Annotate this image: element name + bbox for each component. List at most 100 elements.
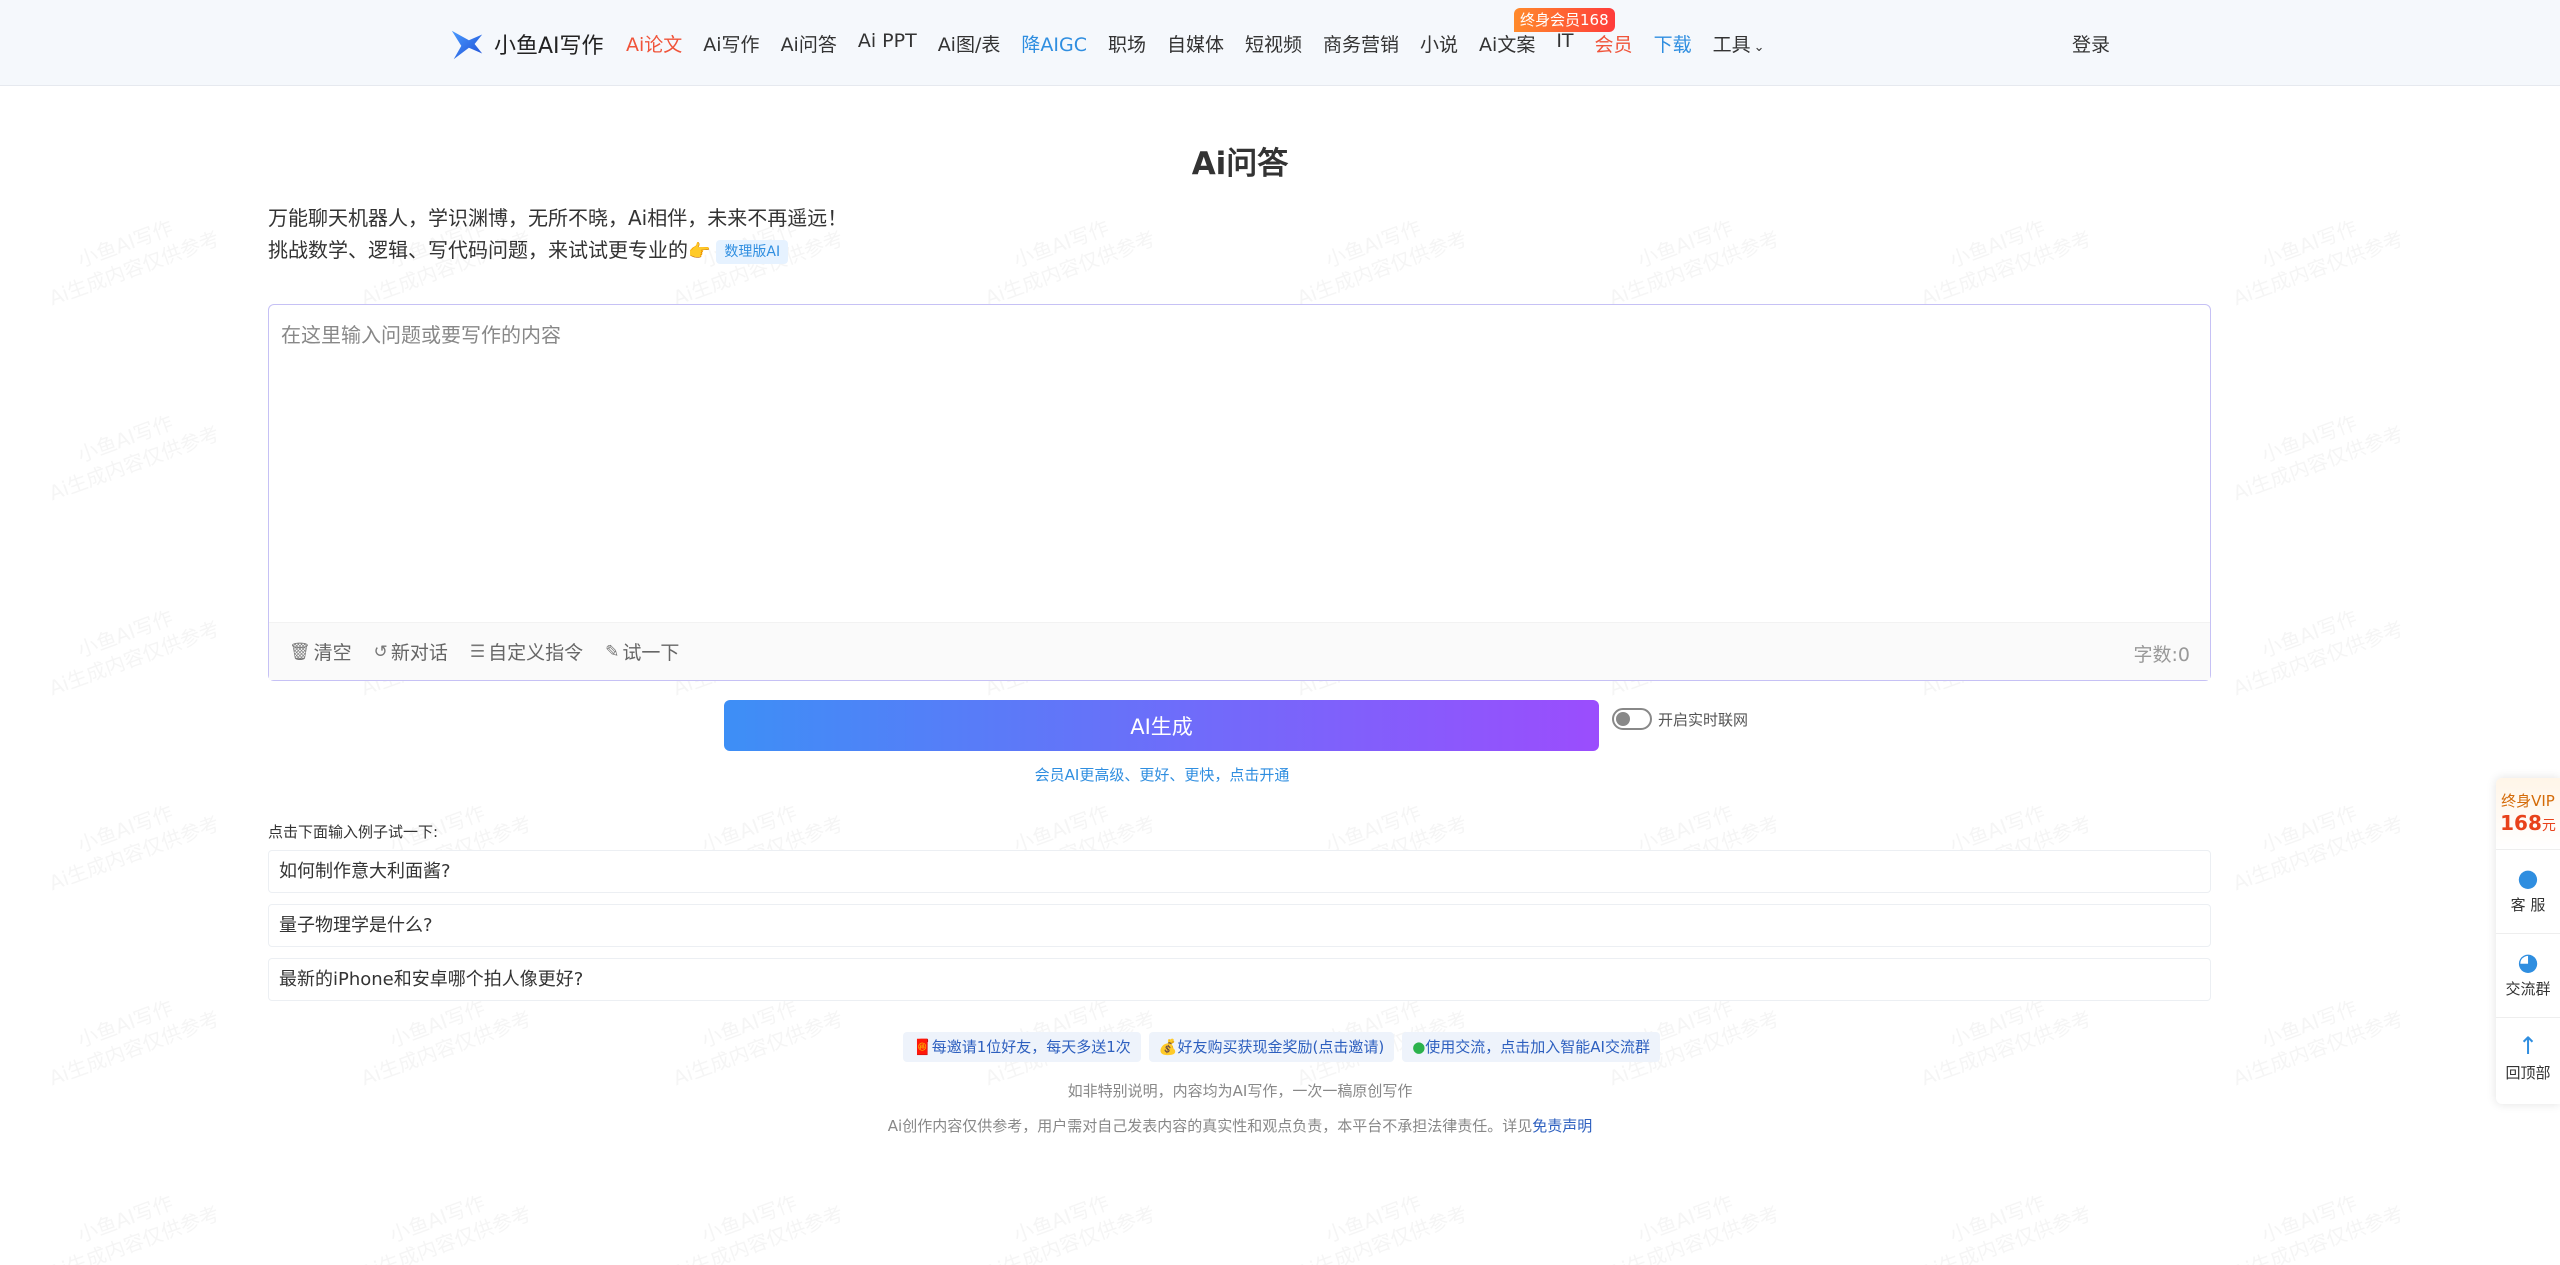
side-vip-price: 168 [2500,811,2542,835]
cash-reward-text: 好友购买获现金奖励(点击邀请) [1177,1038,1385,1056]
side-vip-label: 终身VIP [2501,792,2555,810]
member-upgrade-text[interactable]: 会员AI更高级、更好、更快，点击开通 [1035,766,1290,784]
refresh-icon: ↺ [373,641,388,662]
footer-disclaimer: Ai创作内容仅供参考，用户需对自己发表内容的真实性和观点负责，本平台不承担法律责… [0,1115,2480,1136]
footer-disclaimer-text: Ai创作内容仅供参考，用户需对自己发表内容的真实性和观点负责，本平台不承担法律责… [887,1117,1533,1135]
disclaimer-link[interactable]: 免责声明 [1532,1117,1592,1135]
watermark-text: 小鱼AI写作Ai生成内容仅供参考 [1293,215,1471,311]
arrow-up-icon: ↑ [2517,1032,2539,1060]
fish-logo-icon [451,30,483,60]
nav-item-download[interactable]: 下载 [1654,30,1692,57]
invite-promo[interactable]: 🧧每邀请1位好友，每天多送1次 [903,1032,1141,1062]
cash-reward-promo[interactable]: 💰好友购买获现金奖励(点击邀请) [1148,1032,1395,1062]
side-group-item[interactable]: ◕ 交流群 [2496,934,2560,1018]
side-service-label: 客 服 [2510,896,2546,914]
watermark-text: 小鱼AI写作Ai生成内容仅供参考 [2229,995,2407,1091]
watermark-text: 小鱼AI写作Ai生成内容仅供参考 [1605,1190,1783,1265]
word-count: 字数:0 [2133,644,2191,666]
watermark-text: 小鱼AI写作Ai生成内容仅供参考 [2229,800,2407,896]
member-upgrade-link: 会员AI更高级、更好、更快，点击开通 [0,764,2324,785]
nav-item-reduce-aigc[interactable]: 降AIGC [1021,30,1087,57]
pen-icon: ✎ [605,641,620,662]
nav-item-workplace[interactable]: 职场 [1108,30,1146,57]
custom-label: 自定义指令 [488,642,584,664]
nav-item-tools[interactable]: 工具 ⌄ [1713,30,1765,57]
realtime-network-toggle-wrap: 开启实时联网 [1612,708,1748,730]
example-item[interactable]: 最新的iPhone和安卓哪个拍人像更好? [268,958,2211,1001]
try-button[interactable]: ✎ 试一下 [605,638,679,665]
wechat-icon: ● [1412,1038,1426,1056]
side-float-panel: 终身VIP 168元 ● 客 服 ◕ 交流群 ↑ 回顶部 [2496,778,2560,1104]
editor-toolbar: 🗑 清空 ↺ 新对话 ☰ 自定义指令 ✎ 试一下 字数:0 [269,622,2210,680]
customer-service-icon: ● [2517,864,2539,892]
watermark-text: 小鱼AI写作Ai生成内容仅供参考 [2229,410,2407,506]
trash-icon: 🗑 [289,641,311,662]
nav-item-ai-qa[interactable]: Ai问答 [781,30,837,57]
examples-hint: 点击下面输入例子试一下: [268,823,439,841]
question-input[interactable] [281,319,2191,619]
promo-bar: 🧧每邀请1位好友，每天多送1次 💰好友购买获现金奖励(点击邀请) ●使用交流，点… [903,1032,1660,1062]
page-title: Ai问答 [1191,146,1289,182]
nav-item-short-video[interactable]: 短视频 [1245,30,1302,57]
clear-button[interactable]: 🗑 清空 [289,638,352,665]
watermark-text: 小鱼AI写作Ai生成内容仅供参考 [45,215,223,311]
nav-tools-label: 工具 [1712,34,1751,56]
clear-label: 清空 [313,642,352,664]
watermark-text: 小鱼AI写作Ai生成内容仅供参考 [2229,1190,2407,1265]
main-nav: Ai论文 Ai写作 Ai问答 Ai PPT Ai图/表 降AIGC 职场 自媒体… [626,30,1786,57]
try-label: 试一下 [622,642,680,664]
pointing-hand-icon: 👉 [688,241,711,262]
watermark-text: 小鱼AI写作Ai生成内容仅供参考 [981,1190,1159,1265]
intro-line-1: 万能聊天机器人，学识渊博，无所不晓，Ai相伴，未来不再遥远！ [268,206,848,230]
watermark-text: 小鱼AI写作Ai生成内容仅供参考 [357,1190,535,1265]
wechat-group-icon: ◕ [2517,948,2539,976]
nav-item-it[interactable]: IT [1556,30,1573,57]
watermark-text: 小鱼AI写作Ai生成内容仅供参考 [45,995,223,1091]
nav-item-ai-writing[interactable]: Ai写作 [703,30,759,57]
top-header: 小鱼AI写作 Ai论文 Ai写作 Ai问答 Ai PPT Ai图/表 降AIGC… [0,0,2560,86]
math-ai-badge[interactable]: 数理版AI [716,239,789,264]
side-vip-price-wrap: 168元 [2496,811,2560,835]
sliders-icon: ☰ [469,641,486,662]
chevron-down-icon: ⌄ [1753,40,1765,55]
nav-item-member[interactable]: 会员 [1595,30,1633,57]
watermark-text: 小鱼AI写作Ai生成内容仅供参考 [45,800,223,896]
nav-item-self-media[interactable]: 自媒体 [1167,30,1224,57]
new-chat-button[interactable]: ↺ 新对话 [374,638,448,665]
red-envelope-icon: 🧧 [913,1038,932,1056]
watermark-text: 小鱼AI写作Ai生成内容仅供参考 [1293,1190,1471,1265]
group-promo[interactable]: ●使用交流，点击加入智能AI交流群 [1402,1032,1660,1062]
logo-text: 小鱼AI写作 [494,34,604,59]
nav-item-novel[interactable]: 小说 [1420,30,1458,57]
watermark-text: 小鱼AI写作Ai生成内容仅供参考 [1605,215,1783,311]
ai-generate-button[interactable]: AI生成 [724,700,1599,751]
watermark-text: 小鱼AI写作Ai生成内容仅供参考 [45,605,223,701]
nav-item-marketing[interactable]: 商务营销 [1323,30,1399,57]
back-to-top-item[interactable]: ↑ 回顶部 [2496,1018,2560,1102]
nav-item-ai-chart[interactable]: Ai图/表 [938,30,1001,57]
watermark-text: 小鱼AI写作Ai生成内容仅供参考 [1917,215,2095,311]
group-promo-text: 使用交流，点击加入智能AI交流群 [1425,1038,1650,1056]
realtime-network-label: 开启实时联网 [1658,710,1749,729]
example-item[interactable]: 量子物理学是什么? [268,904,2211,947]
nav-item-ai-ppt[interactable]: Ai PPT [858,30,917,57]
invite-promo-text: 每邀请1位好友，每天多送1次 [931,1038,1131,1056]
watermark-text: 小鱼AI写作Ai生成内容仅供参考 [2229,215,2407,311]
nav-item-ai-copy[interactable]: Ai文案 [1479,30,1535,57]
watermark-text: 小鱼AI写作Ai生成内容仅供参考 [981,215,1159,311]
watermark-text: 小鱼AI写作Ai生成内容仅供参考 [45,1190,223,1265]
side-vip-unit: 元 [2541,818,2556,834]
side-vip-item[interactable]: 终身VIP 168元 [2496,778,2560,850]
footer-note: 如非特别说明，内容均为AI写作，一次一稿原创写作 [1067,1082,1413,1100]
login-link[interactable]: 登录 [2072,30,2110,57]
example-item[interactable]: 如何制作意大利面酱? [268,850,2211,893]
nav-item-ai-paper[interactable]: Ai论文 [626,30,682,57]
back-to-top-label: 回顶部 [2505,1064,2551,1082]
site-logo[interactable]: 小鱼AI写作 [448,24,604,64]
lifetime-vip-badge[interactable]: 终身会员168 [1514,8,1615,32]
side-service-item[interactable]: ● 客 服 [2496,850,2560,934]
realtime-network-toggle[interactable] [1612,708,1652,730]
money-bag-icon: 💰 [1158,1038,1178,1056]
intro-text: 万能聊天机器人，学识渊博，无所不晓，Ai相伴，未来不再遥远！ 挑战数学、逻辑、写… [268,202,847,268]
custom-instruction-button[interactable]: ☰ 自定义指令 [470,638,583,665]
